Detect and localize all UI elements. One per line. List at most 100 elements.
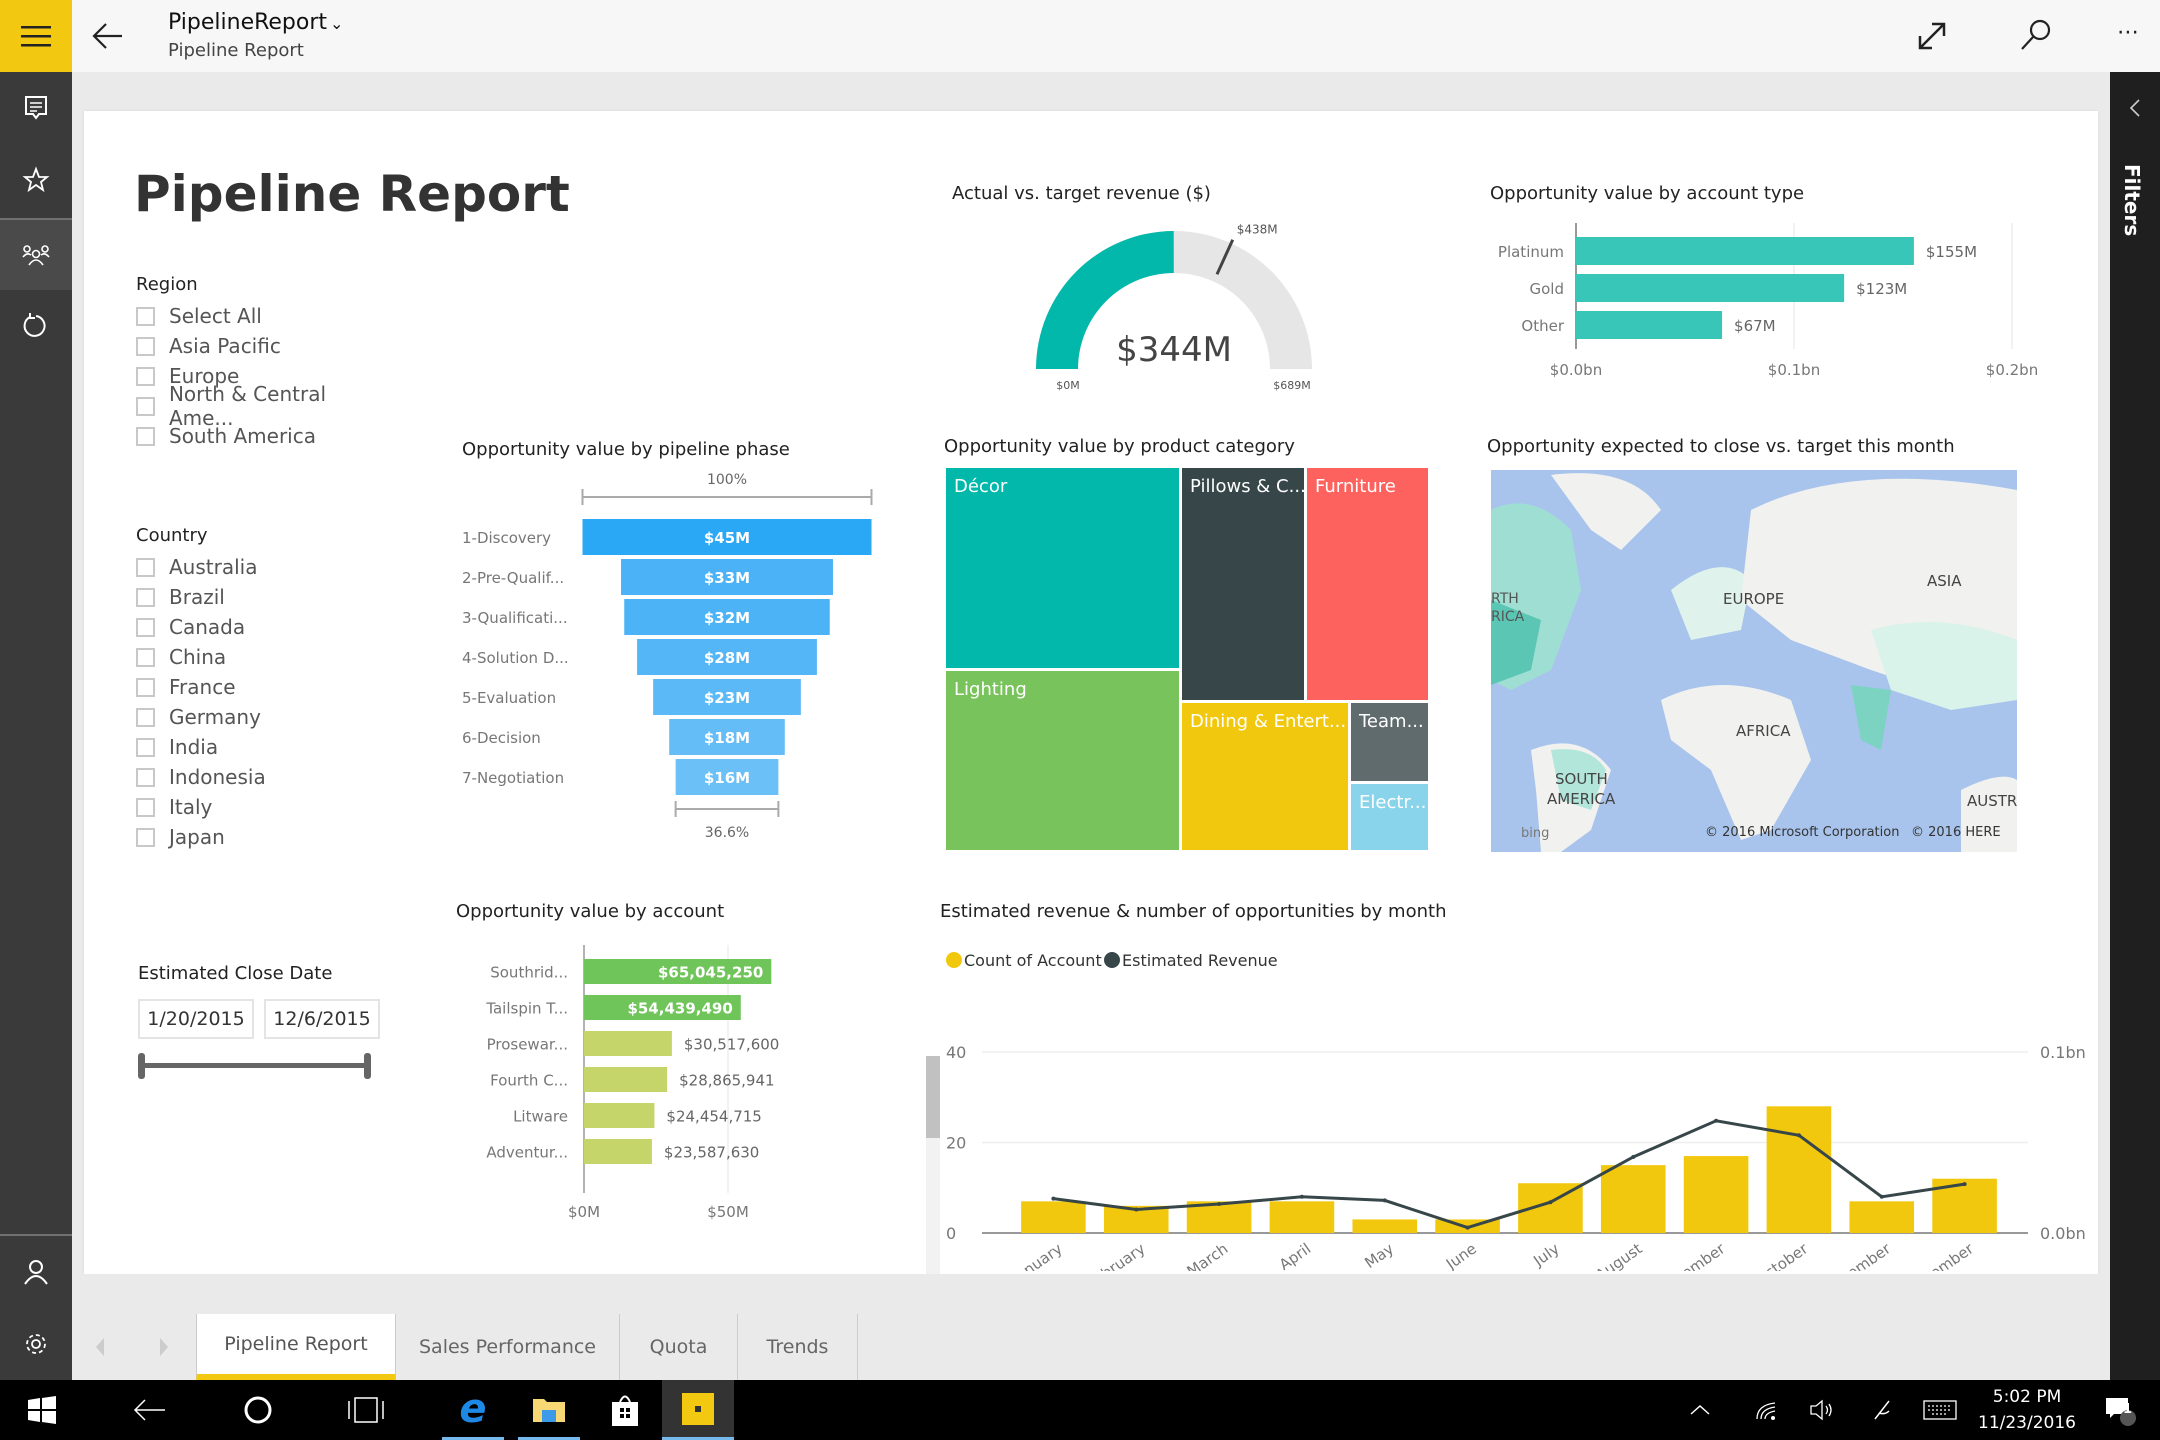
- line-point[interactable]: [1217, 1202, 1222, 1207]
- bar[interactable]: [1576, 311, 1723, 339]
- slicer-item[interactable]: Italy: [136, 792, 396, 822]
- account-type-visual[interactable]: Opportunity value by account type $0.0bn…: [1490, 183, 2050, 423]
- bar[interactable]: [1021, 1201, 1086, 1233]
- tabs-prev-button[interactable]: [90, 1332, 110, 1362]
- hamburger-menu-button[interactable]: [0, 0, 72, 72]
- slicer-item[interactable]: Australia: [136, 552, 396, 582]
- tab-sales-performance[interactable]: Sales Performance: [396, 1314, 620, 1380]
- checkbox[interactable]: [136, 647, 155, 667]
- show-hidden-icons-button[interactable]: [1680, 1380, 1720, 1440]
- filters-pane[interactable]: Filters: [2110, 72, 2160, 1380]
- bar[interactable]: [1269, 1201, 1335, 1233]
- slicer-item[interactable]: France: [136, 672, 396, 702]
- slicer-item[interactable]: Brazil: [136, 582, 396, 612]
- legend-label[interactable]: Estimated Revenue: [1122, 951, 1278, 970]
- line-point[interactable]: [1631, 1154, 1636, 1159]
- map-visual[interactable]: Opportunity expected to close vs. target…: [1487, 436, 2027, 856]
- more-options-button[interactable]: ⋯: [2108, 20, 2148, 50]
- checkbox[interactable]: [136, 306, 155, 326]
- checkbox[interactable]: [136, 396, 155, 416]
- checkbox[interactable]: [136, 426, 155, 446]
- checkbox[interactable]: [136, 797, 155, 817]
- treemap-tile[interactable]: Pillows & C...: [1182, 468, 1304, 700]
- line-point[interactable]: [1051, 1196, 1056, 1201]
- taskbar-back-button[interactable]: [110, 1380, 190, 1440]
- system-clock[interactable]: 5:02 PM 11/23/2016: [1972, 1384, 2082, 1436]
- nav-account[interactable]: [0, 1236, 72, 1308]
- pen-workspace-button[interactable]: [1862, 1380, 1902, 1440]
- checkbox[interactable]: [136, 587, 155, 607]
- monthly-combo-visual[interactable]: Estimated revenue & number of opportunit…: [940, 901, 2100, 1271]
- bar[interactable]: [1576, 274, 1845, 302]
- account-value-visual[interactable]: Opportunity value by account $0M $50M Sout…: [456, 901, 956, 1321]
- treemap-visual[interactable]: Opportunity value by product category Dé…: [944, 436, 1434, 856]
- checkbox[interactable]: [136, 767, 155, 787]
- funnel-visual[interactable]: Opportunity value by pipeline phase 100%…: [462, 439, 982, 859]
- edge-button[interactable]: e: [442, 1380, 504, 1440]
- line-point[interactable]: [1714, 1118, 1719, 1123]
- slicer-item[interactable]: Asia Pacific: [136, 331, 396, 361]
- slicer-item[interactable]: Canada: [136, 612, 396, 642]
- start-button[interactable]: [0, 1380, 84, 1440]
- nav-shared-with-me[interactable]: [0, 218, 72, 290]
- checkbox[interactable]: [136, 827, 155, 847]
- checkbox[interactable]: [136, 366, 155, 386]
- end-date-handle[interactable]: [364, 1053, 371, 1079]
- checkbox[interactable]: [136, 336, 155, 356]
- treemap-tile[interactable]: Lighting: [946, 671, 1179, 850]
- bar[interactable]: [1849, 1201, 1915, 1233]
- bar[interactable]: [584, 1103, 655, 1128]
- treemap-tile[interactable]: Furniture: [1307, 468, 1428, 700]
- checkbox[interactable]: [136, 737, 155, 757]
- slicer-item[interactable]: Indonesia: [136, 762, 396, 792]
- nav-favorites[interactable]: [0, 144, 72, 216]
- tab-quota[interactable]: Quota: [620, 1314, 738, 1380]
- cortana-button[interactable]: [218, 1380, 298, 1440]
- treemap-tile[interactable]: Décor: [946, 468, 1179, 668]
- line-point[interactable]: [1134, 1207, 1139, 1212]
- slicer-item[interactable]: China: [136, 642, 396, 672]
- line-point[interactable]: [1879, 1194, 1884, 1199]
- line-point[interactable]: [1548, 1200, 1553, 1205]
- checkbox[interactable]: [136, 617, 155, 637]
- line-point[interactable]: [1796, 1133, 1801, 1138]
- gauge-visual[interactable]: Actual vs. target revenue ($) $438M $344M…: [952, 183, 1392, 423]
- bar[interactable]: [1683, 1156, 1749, 1233]
- action-center-button[interactable]: 1: [2090, 1380, 2150, 1440]
- bar[interactable]: [1352, 1219, 1418, 1233]
- slicer-item[interactable]: India: [136, 732, 396, 762]
- nav-settings[interactable]: [0, 1308, 72, 1380]
- report-title-dropdown[interactable]: PipelineReport ⌄: [168, 10, 343, 35]
- expand-filters-button[interactable]: [2124, 96, 2148, 120]
- line-point[interactable]: [1382, 1198, 1387, 1203]
- file-explorer-button[interactable]: [518, 1380, 580, 1440]
- scrollbar-thumb[interactable]: [926, 1056, 940, 1138]
- slicer-item[interactable]: Select All: [136, 301, 396, 331]
- search-button[interactable]: [2016, 16, 2060, 60]
- line-point[interactable]: [1299, 1194, 1304, 1199]
- line-point[interactable]: [1962, 1182, 1967, 1187]
- slicer-item[interactable]: North & Central Ame...: [136, 382, 396, 430]
- slicer-item[interactable]: Japan: [136, 822, 396, 852]
- bar[interactable]: [584, 1031, 672, 1056]
- task-view-button[interactable]: [326, 1380, 406, 1440]
- bar[interactable]: [584, 1139, 652, 1164]
- end-date-input[interactable]: 12/6/2015: [264, 999, 380, 1039]
- bar[interactable]: [1576, 237, 1914, 265]
- bar[interactable]: [1600, 1165, 1666, 1233]
- fullscreen-button[interactable]: [1912, 16, 1956, 60]
- treemap-tile[interactable]: Team...: [1351, 703, 1428, 781]
- store-button[interactable]: [594, 1380, 656, 1440]
- bar[interactable]: [584, 1067, 668, 1092]
- touch-keyboard-button[interactable]: [1920, 1380, 1960, 1440]
- start-date-input[interactable]: 1/20/2015: [138, 999, 254, 1039]
- back-button[interactable]: [90, 18, 130, 54]
- checkbox[interactable]: [136, 557, 155, 577]
- treemap-tile[interactable]: Electr...: [1351, 784, 1428, 850]
- network-button[interactable]: [1746, 1380, 1786, 1440]
- volume-button[interactable]: [1802, 1380, 1842, 1440]
- start-date-handle[interactable]: [138, 1053, 145, 1079]
- slicer-item[interactable]: Germany: [136, 702, 396, 732]
- treemap-tile[interactable]: Dining & Entert...: [1182, 703, 1348, 850]
- tab-trends[interactable]: Trends: [738, 1314, 858, 1380]
